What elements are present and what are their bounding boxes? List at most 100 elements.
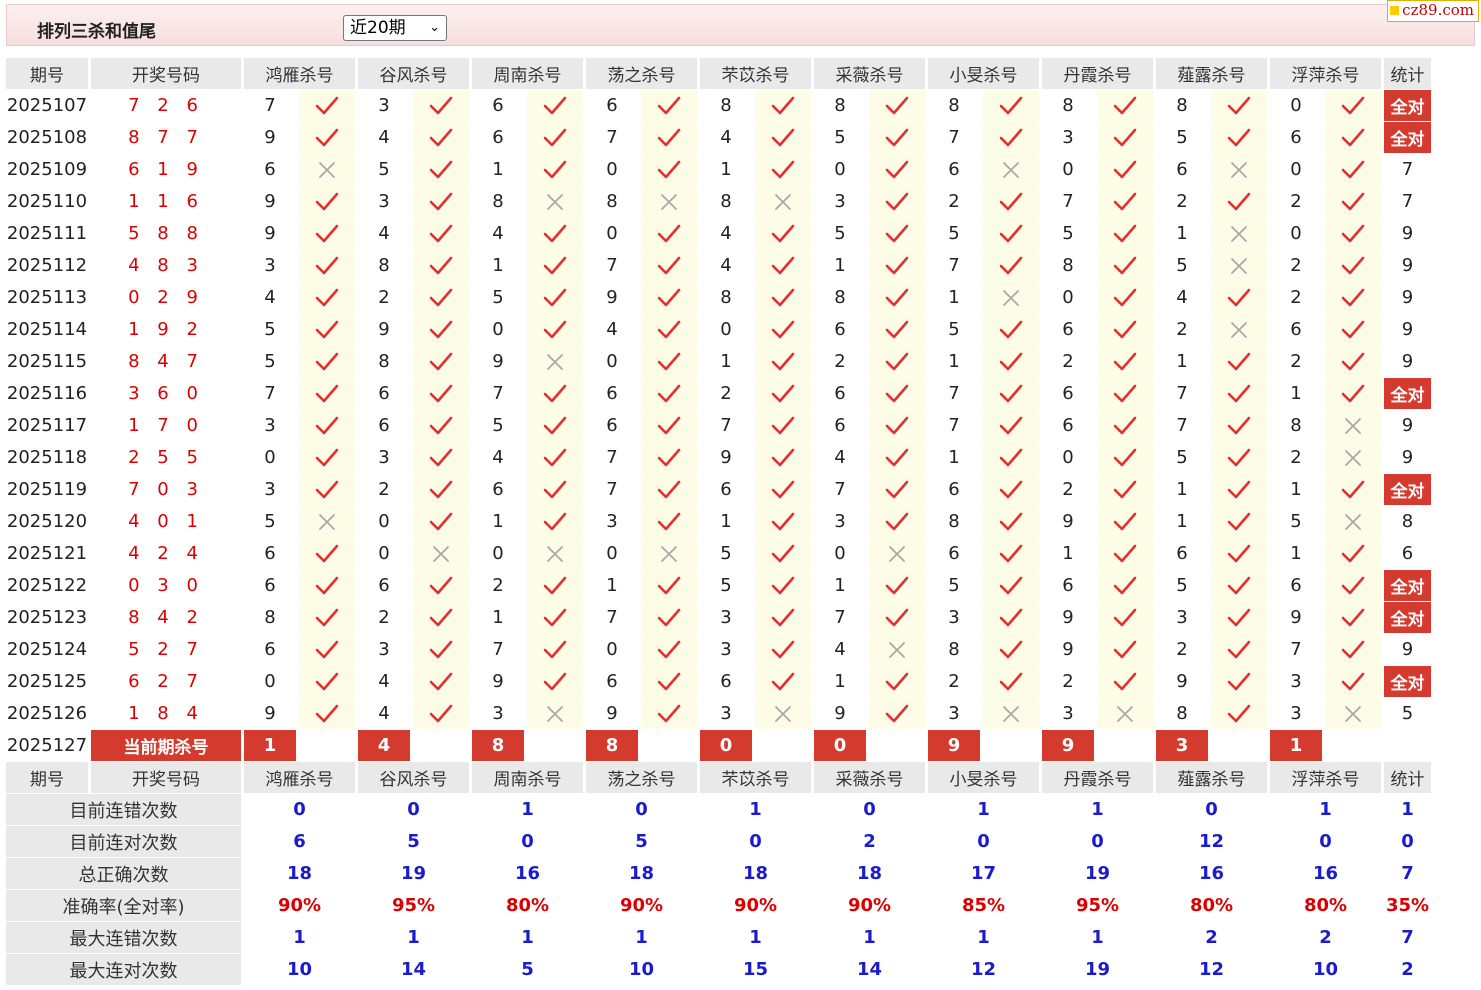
cross-icon [661, 193, 677, 210]
kill-number-cell: 0 [244, 666, 296, 698]
result-correct-cell [1325, 250, 1381, 282]
result-correct-cell [1325, 282, 1381, 314]
result-correct-cell [413, 506, 469, 538]
kill-number-cell: 3 [814, 186, 866, 218]
kill-number-table: 期号 开奖号码 鸿雁杀号 谷风杀号 周南杀号 荡之杀号 芣苡杀号 采薇杀号 小旻杀号 丹霞杀号 薤露… [3, 58, 1434, 986]
result-correct-cell [1097, 602, 1153, 634]
result-correct-cell [1211, 442, 1267, 474]
check-icon [1341, 384, 1365, 402]
site-badge-text: cz89.com [1402, 1, 1474, 19]
current-kill-number: 9 [928, 730, 980, 762]
column-header-expert: 荡之杀号 [586, 58, 697, 90]
result-correct-cell [641, 250, 697, 282]
column-header-expert: 浮萍杀号 [1270, 58, 1381, 90]
check-icon [657, 320, 681, 338]
result-correct-cell [869, 90, 925, 122]
table-row: 2025116 3 6 0 7 6 7 6 2 6 7 6 7 1 全对 [6, 378, 1431, 410]
check-icon [1341, 544, 1365, 562]
period-cell: 2025126 [6, 698, 88, 730]
logo-icon [1390, 6, 1400, 15]
current-kill-number: 9 [1042, 730, 1094, 762]
summary-value: 19 [1042, 954, 1153, 986]
summary-value: 85% [928, 890, 1039, 922]
result-correct-cell [527, 506, 583, 538]
kill-number-cell: 8 [1042, 250, 1094, 282]
kill-number-cell: 8 [244, 602, 296, 634]
result-correct-cell [1325, 186, 1381, 218]
result-correct-cell [1097, 218, 1153, 250]
result-correct-cell [299, 90, 355, 122]
check-icon [315, 128, 339, 146]
kill-number-cell: 7 [472, 378, 524, 410]
kill-number-cell: 3 [700, 634, 752, 666]
stat-cell: 全对 [1384, 122, 1431, 154]
summary-stat: 7 [1384, 922, 1431, 954]
draw-numbers-cell: 8 4 2 [91, 602, 241, 634]
draw-numbers-cell: 5 8 8 [91, 218, 241, 250]
kill-number-cell: 8 [928, 506, 980, 538]
check-icon [885, 384, 909, 402]
result-correct-cell [983, 250, 1039, 282]
kill-number-cell: 6 [586, 90, 638, 122]
result-correct-cell [869, 122, 925, 154]
kill-number-cell: 6 [1156, 538, 1208, 570]
check-icon [999, 224, 1023, 242]
cross-icon [1231, 161, 1247, 178]
kill-number-cell: 9 [1042, 602, 1094, 634]
kill-number-cell: 3 [358, 186, 410, 218]
cross-icon [433, 545, 449, 562]
result-correct-cell [527, 378, 583, 410]
result-wrong-cell [1211, 154, 1267, 186]
check-icon [1227, 192, 1251, 210]
result-correct-cell [869, 186, 925, 218]
kill-number-cell: 0 [814, 538, 866, 570]
kill-number-cell: 5 [244, 506, 296, 538]
summary-value: 18 [244, 858, 355, 890]
kill-number-cell: 7 [1156, 410, 1208, 442]
check-icon [1341, 128, 1365, 146]
result-correct-cell [1325, 218, 1381, 250]
summary-row: 目前连对次数 6 5 0 5 0 2 0 0 12 0 0 [6, 826, 1431, 858]
kill-number-cell: 2 [1270, 250, 1322, 282]
kill-number-cell: 3 [244, 250, 296, 282]
current-kill-spacer [1097, 730, 1153, 762]
check-icon [771, 384, 795, 402]
table-row: 2025121 4 2 460005061616 [6, 538, 1431, 570]
result-correct-cell [1325, 314, 1381, 346]
check-icon [657, 480, 681, 498]
column-header-expert: 周南杀号 [472, 762, 583, 794]
kill-number-cell: 8 [358, 250, 410, 282]
summary-value: 5 [586, 826, 697, 858]
summary-stat: 0 [1384, 826, 1431, 858]
kill-number-cell: 5 [244, 346, 296, 378]
kill-number-cell: 1 [700, 154, 752, 186]
check-icon [429, 128, 453, 146]
period-select[interactable]: 近20期 ⌄ [343, 15, 447, 41]
result-correct-cell [869, 698, 925, 730]
kill-number-cell: 1 [1156, 506, 1208, 538]
kill-number-cell: 2 [814, 346, 866, 378]
kill-number-cell: 6 [586, 410, 638, 442]
kill-number-cell: 5 [928, 314, 980, 346]
summary-label: 最大连错次数 [6, 922, 241, 954]
check-icon [429, 160, 453, 178]
column-header-expert: 采薇杀号 [814, 762, 925, 794]
result-correct-cell [299, 602, 355, 634]
check-icon [1113, 192, 1137, 210]
kill-number-cell: 3 [472, 698, 524, 730]
result-correct-cell [1097, 282, 1153, 314]
check-icon [771, 416, 795, 434]
check-icon [429, 192, 453, 210]
result-correct-cell [527, 314, 583, 346]
result-correct-cell [1097, 250, 1153, 282]
column-header-expert: 鸿雁杀号 [244, 762, 355, 794]
summary-value: 1 [700, 922, 811, 954]
result-correct-cell [869, 378, 925, 410]
check-icon [885, 288, 909, 306]
site-badge[interactable]: cz89.com [1387, 0, 1479, 22]
check-icon [543, 480, 567, 498]
column-header-expert: 薤露杀号 [1156, 58, 1267, 90]
result-correct-cell [413, 314, 469, 346]
check-icon [429, 576, 453, 594]
column-header-expert: 小旻杀号 [928, 58, 1039, 90]
